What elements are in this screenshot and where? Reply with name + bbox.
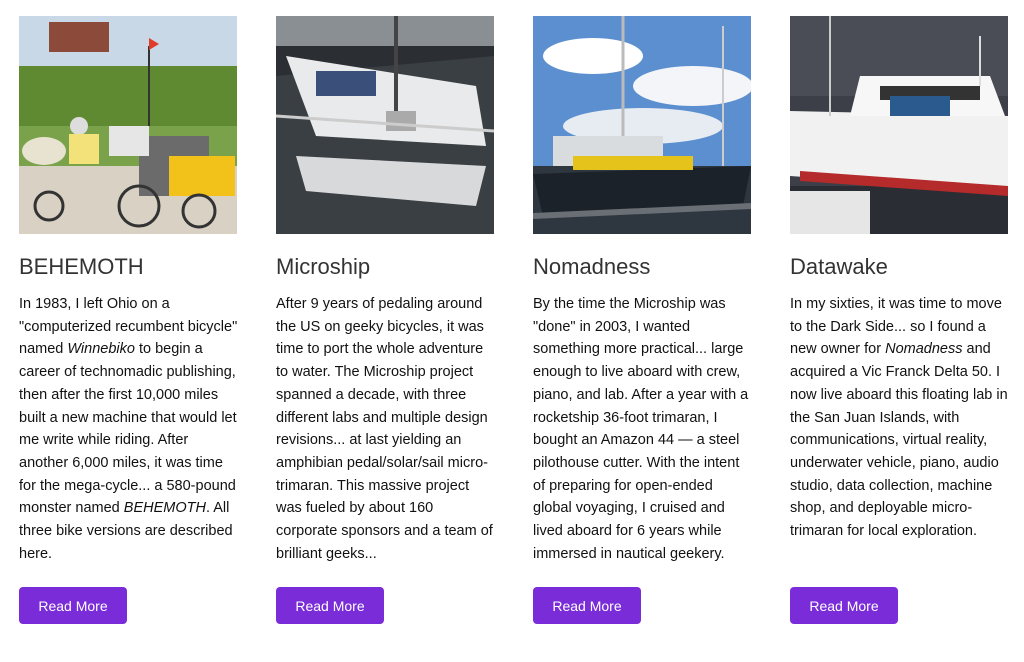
card-behemoth: BEHEMOTH In 1983, I left Ohio on a "comp… [19,16,239,565]
read-more-button-datawake[interactable]: Read More [790,587,898,624]
card-title: Microship [276,254,371,279]
text-run: After 9 years of pedaling around the US … [276,296,493,562]
card-title: Nomadness [533,254,651,279]
card-description: In 1983, I left Ohio on a "computerized … [19,293,239,565]
read-more-button-nomadness[interactable]: Read More [533,587,641,624]
nomadness-photo[interactable] [533,16,751,234]
text-run: By the time the Microship was "done" in … [533,296,749,562]
microship-photo[interactable] [276,16,494,234]
text-run: and acquired a Vic Franck Delta 50. I no… [790,341,1008,540]
card-microship: Microship After 9 years of pedaling arou… [276,16,496,565]
card-nomadness: Nomadness By the time the Microship was … [533,16,753,565]
card-description: In my sixties, it was time to move to th… [790,293,1010,543]
italic-text: Winnebiko [67,341,135,358]
card-title: Datawake [790,254,888,279]
datawake-photo[interactable] [790,16,1008,234]
card-description: After 9 years of pedaling around the US … [276,293,496,565]
read-more-button-behemoth[interactable]: Read More [19,587,127,624]
card-description: By the time the Microship was "done" in … [533,293,753,565]
card-datawake: Datawake In my sixties, it was time to m… [790,16,1010,543]
card-title: BEHEMOTH [19,254,144,279]
project-grid: BEHEMOTH In 1983, I left Ohio on a "comp… [0,0,1024,662]
italic-text: Nomadness [885,341,963,358]
text-run: to begin a career of technomadic publish… [19,341,237,517]
italic-text: BEHEMOTH [123,500,206,517]
read-more-button-microship[interactable]: Read More [276,587,384,624]
behemoth-photo[interactable] [19,16,237,234]
